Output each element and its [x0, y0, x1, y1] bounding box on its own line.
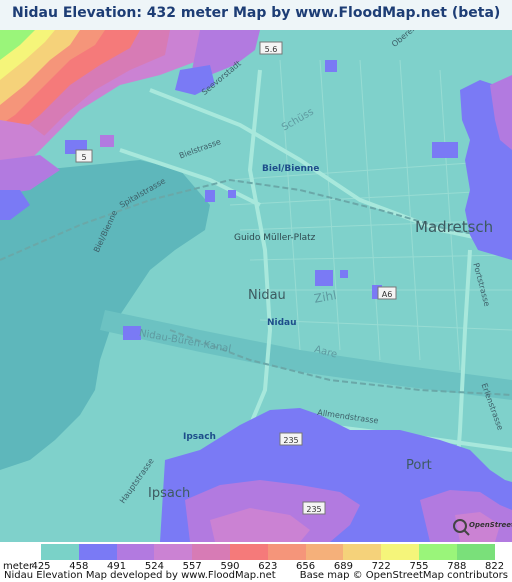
magnifier-icon — [453, 519, 470, 536]
osm-badge: OpenStreetMap — [452, 518, 512, 536]
road-shield-label: A6 — [382, 290, 393, 299]
legend-swatch — [419, 544, 458, 560]
road-shield-label: 5 — [81, 153, 86, 162]
map-label-big: Nidau — [248, 288, 286, 303]
map-label-blue: Ipsach — [183, 432, 216, 442]
legend-swatch — [192, 544, 231, 560]
map-label-blue: Nidau — [267, 318, 297, 328]
road-shield-label: 235 — [283, 436, 298, 445]
osm-badge-label: OpenStreetMap — [469, 521, 512, 529]
legend-swatch — [381, 544, 420, 560]
legend-swatch — [116, 544, 155, 560]
map-label-big: Ipsach — [148, 486, 191, 501]
legend-swatch — [230, 544, 269, 560]
legend-swatch — [456, 544, 496, 560]
legend-swatch — [267, 544, 307, 560]
legend-swatch — [78, 544, 118, 560]
credit-osm: Base map © OpenStreetMap contributors — [299, 570, 508, 581]
page-title: Nidau Elevation: 432 meter Map by www.Fl… — [12, 5, 501, 21]
elevation-legend: meter 425 458 491 524 557 590 623 656 689 722 755 7… — [0, 542, 512, 582]
road-shield-label: 5.6 — [265, 45, 278, 54]
road-shield-label: 235 — [306, 505, 321, 514]
map-label-big: Madretsch — [415, 218, 494, 236]
legend-swatch — [41, 544, 80, 560]
legend-swatch — [154, 544, 193, 560]
legend-swatch — [305, 544, 344, 560]
credit-floodmap: Nidau Elevation Map developed by www.Flo… — [4, 570, 276, 581]
map-label-blue: Biel/Bienne — [262, 164, 320, 174]
map-canvas: 5.6 5 A6 235 235 — [0, 30, 512, 542]
elevation-map[interactable]: 5.6 5 A6 235 235 OpenStreetMap Nidau Madretsc… — [0, 30, 512, 542]
map-label-big: Port — [406, 458, 432, 473]
map-label-small: Guido Müller-Platz — [234, 233, 316, 243]
title-bar: Nidau Elevation: 432 meter Map by www.Fl… — [0, 0, 512, 30]
legend-swatch — [343, 544, 382, 560]
